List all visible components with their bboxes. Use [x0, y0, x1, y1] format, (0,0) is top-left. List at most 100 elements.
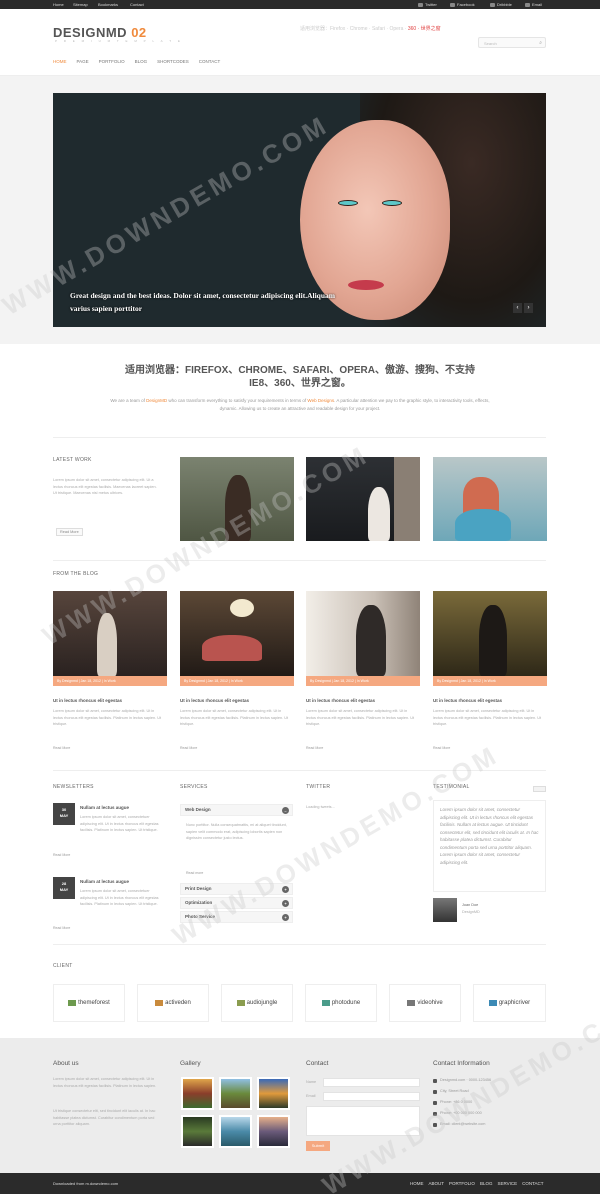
nav-portfolio[interactable]: PORTFOLIO	[99, 59, 125, 64]
avatar	[433, 898, 457, 922]
blog-post-title[interactable]: Ut in lectus rhoncus elit egestas	[306, 698, 375, 703]
read-more-link[interactable]: Read More	[53, 926, 70, 930]
service-web-design[interactable]: Web Design –	[180, 804, 293, 816]
client-logo[interactable]: audiojungle	[221, 984, 293, 1022]
clients-title: CLIENT	[53, 963, 73, 969]
topbar-link-bookmarks[interactable]: Bookmarks	[98, 2, 118, 7]
read-more-link[interactable]: Read More	[180, 746, 197, 750]
email-field[interactable]	[323, 1092, 420, 1101]
email-link[interactable]: Email	[525, 2, 542, 7]
nav-page[interactable]: PAGE	[77, 59, 89, 64]
browser-note: 适用浏览器：Firefox · Chrome · Safari · Opera …	[300, 26, 441, 32]
footer-nav-contact[interactable]: CONTACT	[522, 1181, 543, 1186]
service-text: Nunc porttitor. Nulla consequatmattis, m…	[186, 823, 287, 840]
testimonial-nav[interactable]	[533, 786, 546, 792]
divider	[53, 770, 546, 771]
plus-icon: +	[282, 886, 289, 893]
facebook-link[interactable]: Facebook	[450, 2, 475, 7]
read-more-link[interactable]: Read more	[186, 871, 203, 875]
message-field[interactable]	[306, 1106, 420, 1136]
name-field[interactable]	[323, 1078, 420, 1087]
blog-post-image[interactable]	[306, 591, 420, 676]
topbar-link-home[interactable]: Home	[53, 2, 64, 7]
footer-nav: HOME ABOUT PORTFOLIO BLOG SERVICE CONTAC…	[410, 1181, 544, 1186]
gallery-thumb[interactable]	[181, 1077, 214, 1110]
fax-icon	[433, 1111, 437, 1116]
client-logo[interactable]: graphicriver	[473, 984, 546, 1022]
footer-nav-service[interactable]: SERVICE	[497, 1181, 517, 1186]
newsletter-date: 30 MAY	[53, 803, 75, 825]
nav-home[interactable]: HOME	[53, 59, 67, 64]
twitter-title: TWITTER	[306, 784, 331, 790]
blog-post-image[interactable]	[433, 591, 547, 676]
blog-post-meta: By Designmd | Jan 18, 2012 | In Work	[306, 676, 420, 686]
search-input[interactable]: Search ⌕	[478, 37, 546, 48]
footer-about-title: About us	[53, 1060, 79, 1067]
contact-info-item: City, Street Road	[433, 1086, 491, 1097]
work-thumbnail[interactable]	[180, 457, 294, 541]
gallery-thumb[interactable]	[219, 1077, 252, 1110]
footer-nav-portfolio[interactable]: PORTFOLIO	[449, 1181, 475, 1186]
audiojungle-icon	[236, 1000, 245, 1006]
footer-nav-home[interactable]: HOME	[410, 1181, 424, 1186]
footer-info-title: Contact Information	[433, 1060, 490, 1067]
testimonial-role: DesignMD	[462, 910, 480, 914]
dribbble-link[interactable]: Dribbble	[490, 2, 512, 7]
newsletter-text: Lorem ipsum dolor sit amet, consectetuer…	[80, 889, 159, 906]
service-print-design[interactable]: Print Design +	[180, 883, 293, 895]
service-optimization[interactable]: Optimization +	[180, 897, 293, 909]
footer-about-text: Lorem ipsum dolor sit amet, consectetur …	[53, 1077, 157, 1088]
read-more-link[interactable]: Read More	[53, 853, 70, 857]
service-photo-service[interactable]: Photo Service +	[180, 911, 293, 923]
work-thumbnail[interactable]	[306, 457, 420, 541]
testimonial-title: TESTIMONIAL	[433, 784, 470, 790]
blog-post-title[interactable]: Ut in lectus rhoncus elit egestas	[53, 698, 122, 703]
read-more-link[interactable]: Read More	[306, 746, 323, 750]
gallery-thumb[interactable]	[181, 1115, 214, 1148]
eye-left	[338, 200, 358, 206]
read-more-link[interactable]: Read More	[53, 746, 70, 750]
twitter-link[interactable]: Twitter	[418, 2, 437, 7]
intro-text: We are a team of DesignMD who can transf…	[110, 398, 490, 411]
read-more-button[interactable]: Read More	[56, 528, 83, 536]
contact-info-item: Phone: +86 0 0000	[433, 1097, 491, 1108]
testimonial-name: Joan Doe	[462, 903, 479, 907]
contact-info-list: Designmd.com · 0000-123456 City, Street …	[433, 1075, 491, 1130]
blog-post-meta: By Designmd | Jan 18, 2012 | In Work	[433, 676, 547, 686]
submit-button[interactable]: Submit	[306, 1141, 330, 1151]
slider-prev-button[interactable]: ‹	[513, 303, 522, 313]
gallery-thumb[interactable]	[257, 1115, 290, 1148]
blog-post-image[interactable]	[180, 591, 294, 676]
footer	[0, 1038, 600, 1173]
gallery-thumb[interactable]	[219, 1115, 252, 1148]
topbar-link-sitemap[interactable]: Sitemap	[73, 2, 88, 7]
topbar-link-contact[interactable]: Contact	[130, 2, 144, 7]
work-thumbnail[interactable]	[433, 457, 547, 541]
read-more-link[interactable]: Read More	[433, 746, 450, 750]
blog-post-title[interactable]: Ut in lectus rhoncus elit egestas	[433, 698, 502, 703]
search-icon[interactable]: ⌕	[539, 40, 542, 46]
nav-shortcodes[interactable]: SHORTCODES	[157, 59, 189, 64]
footer-nav-blog[interactable]: BLOG	[480, 1181, 493, 1186]
logo-tagline: P R E M I U M T E M P L A T E	[55, 39, 183, 43]
newsletter-title[interactable]: Nullam at lectus augue	[80, 805, 129, 810]
newsletter-date: 28 MAY	[53, 877, 75, 899]
blog-post-excerpt: Lorem ipsum dolor sit amet, consectetur …	[180, 709, 289, 726]
gallery-thumb[interactable]	[257, 1077, 290, 1110]
client-logo[interactable]: themeforest	[53, 984, 125, 1022]
newsletter-title[interactable]: Nullam at lectus augue	[80, 879, 129, 884]
contact-info-item: Designmd.com · 0000-123456	[433, 1075, 491, 1086]
logo[interactable]: DESIGNMD 02	[53, 25, 147, 40]
client-logo[interactable]: photodune	[305, 984, 377, 1022]
nav-contact[interactable]: CONTACT	[199, 59, 220, 64]
slider-next-button[interactable]: ›	[524, 303, 533, 313]
client-logo[interactable]: videohive	[389, 984, 461, 1022]
blog-post-image[interactable]	[53, 591, 167, 676]
name-label: Name	[306, 1080, 317, 1084]
blog-post-title[interactable]: Ut in lectus rhoncus elit egestas	[180, 698, 249, 703]
blog-post-excerpt: Lorem ipsum dolor sit amet, consectetur …	[433, 709, 542, 726]
footer-nav-about[interactable]: ABOUT	[429, 1181, 445, 1186]
slide-image-lips	[348, 280, 384, 290]
nav-blog[interactable]: BLOG	[135, 59, 148, 64]
client-logo[interactable]: activeden	[137, 984, 209, 1022]
